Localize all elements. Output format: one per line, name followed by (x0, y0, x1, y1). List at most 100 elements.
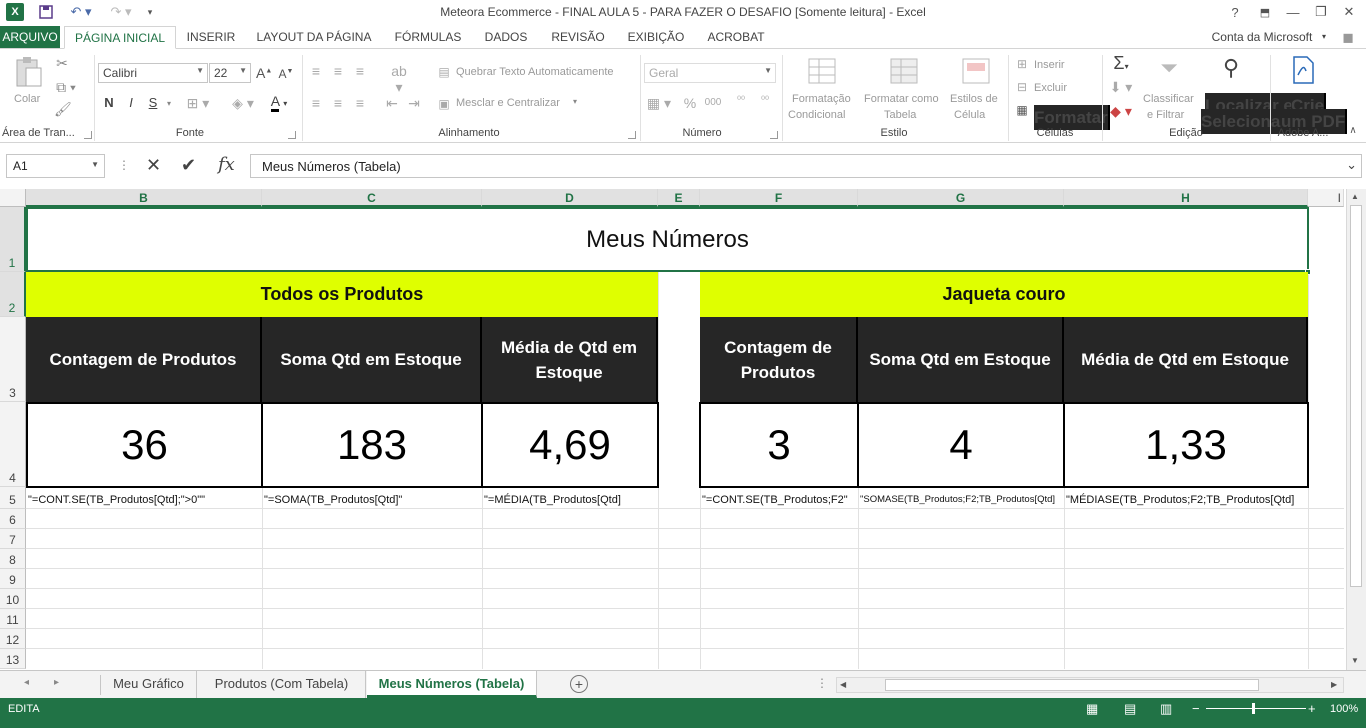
wrap-text-icon[interactable]: ▤ (436, 65, 452, 79)
tab-arquivo[interactable]: ARQUIVO (0, 26, 60, 48)
scroll-right-icon[interactable]: ▶ (1331, 680, 1337, 689)
tab-formulas[interactable]: FÓRMULAS (388, 26, 468, 48)
close-button[interactable]: ✕ (1340, 3, 1358, 21)
increase-font-icon[interactable]: A▲ (256, 65, 272, 81)
align-center-icon[interactable]: ≡ (330, 95, 346, 111)
paste-icon[interactable] (12, 55, 46, 89)
increase-indent-icon[interactable]: ⇥ (406, 95, 422, 112)
tab-inserir[interactable]: INSERIR (182, 26, 240, 48)
column-header-f[interactable]: F (700, 189, 858, 207)
page-break-view-icon[interactable]: ▥ (1160, 701, 1172, 717)
merge-dropdown-icon[interactable]: ▾ (570, 97, 580, 106)
zoom-slider[interactable] (1206, 703, 1306, 714)
column-header-c[interactable]: C (262, 189, 482, 207)
row-header-12[interactable]: 12 (0, 629, 26, 649)
cell-styles-label-1[interactable]: Estilos de (950, 93, 998, 105)
column-header-g[interactable]: G (858, 189, 1064, 207)
delete-cells-button[interactable]: Excluir (1034, 82, 1067, 94)
formula-text-cell[interactable]: "=SOMA(TB_Produtos[Qtd]" (264, 491, 480, 509)
font-color-icon[interactable]: A ▾ (264, 93, 294, 112)
create-pdf-icon[interactable] (1288, 55, 1318, 87)
scroll-up-icon[interactable]: ▲ (1351, 192, 1359, 201)
expand-formula-icon[interactable]: ⌄ (1346, 157, 1357, 173)
horizontal-scrollbar[interactable]: ◀ ▶ (836, 677, 1344, 693)
fill-color-icon[interactable]: ◈ ▾ (230, 95, 256, 112)
horizontal-scroll-thumb[interactable] (885, 679, 1259, 691)
worksheet-grid[interactable]: B C D E F G H I 1 2 3 4 5 6 7 8 9 10 11 … (0, 189, 1366, 670)
currency-icon[interactable]: ▦ ▾ (646, 95, 672, 112)
sheet-tab-meus-numeros[interactable]: Meus Números (Tabela) (367, 671, 537, 698)
clear-icon[interactable]: ◆ ▾ (1106, 103, 1136, 120)
scroll-down-icon[interactable]: ▼ (1351, 656, 1359, 665)
decrease-font-icon[interactable]: A▼ (278, 67, 294, 81)
vertical-scroll-thumb[interactable] (1350, 205, 1362, 587)
tab-exibicao[interactable]: EXIBIÇÃO (622, 26, 690, 48)
column-header-h[interactable]: H (1064, 189, 1308, 207)
formula-bar-grip-icon[interactable]: ⋮ (118, 158, 130, 172)
add-sheet-icon[interactable]: + (570, 675, 588, 693)
scroll-tabs-left-icon[interactable]: ◂ (24, 677, 29, 688)
row-header-4[interactable]: 4 (0, 402, 26, 487)
format-as-table-label-2[interactable]: Tabela (884, 109, 916, 121)
formula-text-cell[interactable]: "=MÉDIA(TB_Produtos[Qtd] (484, 491, 656, 509)
formula-input[interactable]: Meus Números (Tabela) ⌄ (250, 154, 1362, 178)
sort-filter-label-1[interactable]: Classificar (1143, 93, 1194, 105)
help-button[interactable]: ? (1226, 3, 1244, 21)
decrease-indent-icon[interactable]: ⇤ (384, 95, 400, 112)
row-header-9[interactable]: 9 (0, 569, 26, 589)
page-layout-view-icon[interactable]: ▤ (1124, 701, 1136, 717)
account-name[interactable]: Conta da Microsoft (1200, 26, 1324, 48)
align-left-icon[interactable]: ≡ (308, 95, 324, 111)
number-format-combo[interactable]: Geral ▼ (644, 63, 776, 83)
cell-styles-label-2[interactable]: Célula (954, 109, 985, 121)
tabs-splitter-icon[interactable]: ⋮ (816, 676, 828, 690)
select-all-corner[interactable] (0, 189, 26, 207)
font-launcher-icon[interactable] (288, 131, 296, 139)
row-header-11[interactable]: 11 (0, 609, 26, 629)
align-top-icon[interactable]: ≡ (308, 63, 324, 79)
insert-cells-icon[interactable]: ⊞ (1014, 57, 1030, 71)
align-middle-icon[interactable]: ≡ (330, 63, 346, 79)
row-header-6[interactable]: 6 (0, 509, 26, 529)
metric-value-cell[interactable]: 1,33 (1063, 402, 1309, 488)
sheet-tab-meu-grafico[interactable]: Meu Gráfico (101, 671, 197, 698)
column-header-d[interactable]: D (482, 189, 658, 207)
decrease-decimal-icon[interactable]: ⁰⁰ (756, 95, 774, 106)
row-header-8[interactable]: 8 (0, 549, 26, 569)
merge-center-button[interactable]: Mesclar e Centralizar (456, 97, 560, 109)
format-as-table-icon[interactable] (888, 55, 922, 89)
align-bottom-icon[interactable]: ≡ (352, 63, 368, 79)
collapse-ribbon-icon[interactable]: ∧ (1346, 125, 1360, 136)
format-cells-icon[interactable]: ▦ (1014, 103, 1030, 117)
cell-styles-icon[interactable] (960, 55, 994, 89)
scroll-tabs-right-icon[interactable]: ▸ (54, 677, 59, 688)
normal-view-icon[interactable]: ▦ (1086, 701, 1098, 717)
tab-pagina-inicial[interactable]: PÁGINA INICIAL (64, 26, 176, 49)
delete-cells-icon[interactable]: ⊟ (1014, 80, 1030, 94)
alignment-launcher-icon[interactable] (628, 131, 636, 139)
restore-button[interactable]: ❐ (1312, 3, 1330, 21)
formula-text-cell[interactable]: "MÉDIASE(TB_Produtos;F2;TB_Produtos[Qtd] (1066, 491, 1306, 509)
format-as-table-label-1[interactable]: Formatar como (864, 93, 939, 105)
row-header-10[interactable]: 10 (0, 589, 26, 609)
column-header-b[interactable]: B (26, 189, 262, 207)
account-dropdown-icon[interactable]: ▾ (1318, 26, 1330, 48)
sheet-title-cell[interactable]: Meus Números (26, 207, 1309, 272)
formula-text-cell[interactable]: "=CONT.SE(TB_Produtos[Qtd];">0"" (28, 491, 260, 509)
formula-text-cell[interactable]: "=CONT.SE(TB_Produtos;F2" (702, 491, 856, 509)
format-painter-icon[interactable]: 🖌 (54, 101, 72, 118)
zoom-in-icon[interactable]: + (1308, 701, 1316, 716)
metric-label-cell[interactable]: Contagem de Produtos (700, 317, 858, 402)
font-name-combo[interactable]: Calibri ▼ (98, 63, 208, 83)
sort-filter-label-2[interactable]: e Filtrar (1147, 109, 1184, 121)
row-header-1[interactable]: 1 (0, 207, 26, 272)
tab-dados[interactable]: DADOS (478, 26, 534, 48)
metric-value-cell[interactable]: 4,69 (481, 402, 659, 488)
align-right-icon[interactable]: ≡ (352, 95, 368, 111)
insert-function-button[interactable]: fx (218, 154, 235, 175)
left-section-header[interactable]: Todos os Produtos (26, 272, 658, 317)
italic-button[interactable]: I (124, 95, 138, 110)
number-launcher-icon[interactable] (770, 131, 778, 139)
profile-icon[interactable]: ◼ (1336, 26, 1360, 48)
tab-layout-da-pagina[interactable]: LAYOUT DA PÁGINA (250, 26, 378, 48)
